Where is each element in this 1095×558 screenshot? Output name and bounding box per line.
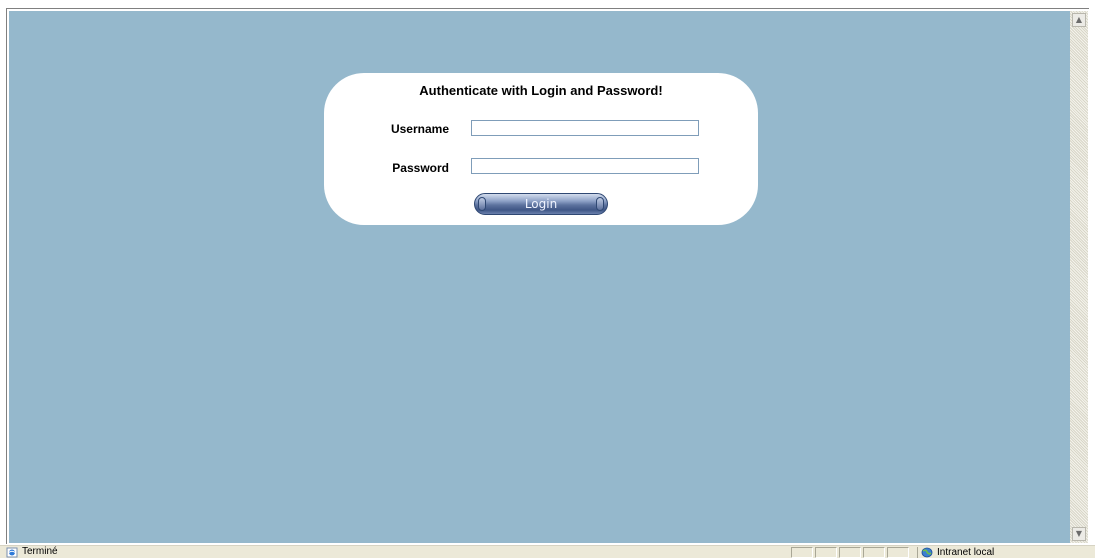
status-text: Terminé [22, 546, 58, 557]
login-button-label: Login [524, 197, 558, 211]
status-pane [839, 547, 861, 558]
globe-icon [921, 547, 933, 558]
status-pane [863, 547, 885, 558]
zone-text: Intranet local [937, 546, 995, 558]
security-zone: Intranet local [917, 547, 1077, 558]
button-right-cap [596, 197, 604, 211]
ie-page-icon [6, 547, 18, 557]
login-title: Authenticate with Login and Password! [419, 83, 663, 98]
login-panel: Authenticate with Login and Password! Us… [324, 73, 758, 225]
username-input[interactable] [471, 120, 699, 136]
status-left: Terminé [6, 546, 58, 558]
password-input[interactable] [471, 158, 699, 174]
status-pane [791, 547, 813, 558]
browser-window: Authenticate with Login and Password! Us… [0, 0, 1095, 558]
button-left-cap [478, 197, 486, 211]
login-button[interactable]: Login [474, 193, 608, 215]
scroll-down-arrow-icon[interactable]: ▼ [1072, 527, 1086, 541]
page-content: Authenticate with Login and Password! Us… [9, 11, 1070, 543]
password-label: Password [392, 161, 449, 175]
username-label: Username [390, 122, 449, 136]
vertical-scrollbar[interactable]: ▲ ▼ [1070, 11, 1088, 543]
scroll-up-arrow-icon[interactable]: ▲ [1072, 13, 1086, 27]
status-pane [887, 547, 909, 558]
status-pane [815, 547, 837, 558]
status-bar: Terminé Intranet local [0, 545, 1095, 558]
